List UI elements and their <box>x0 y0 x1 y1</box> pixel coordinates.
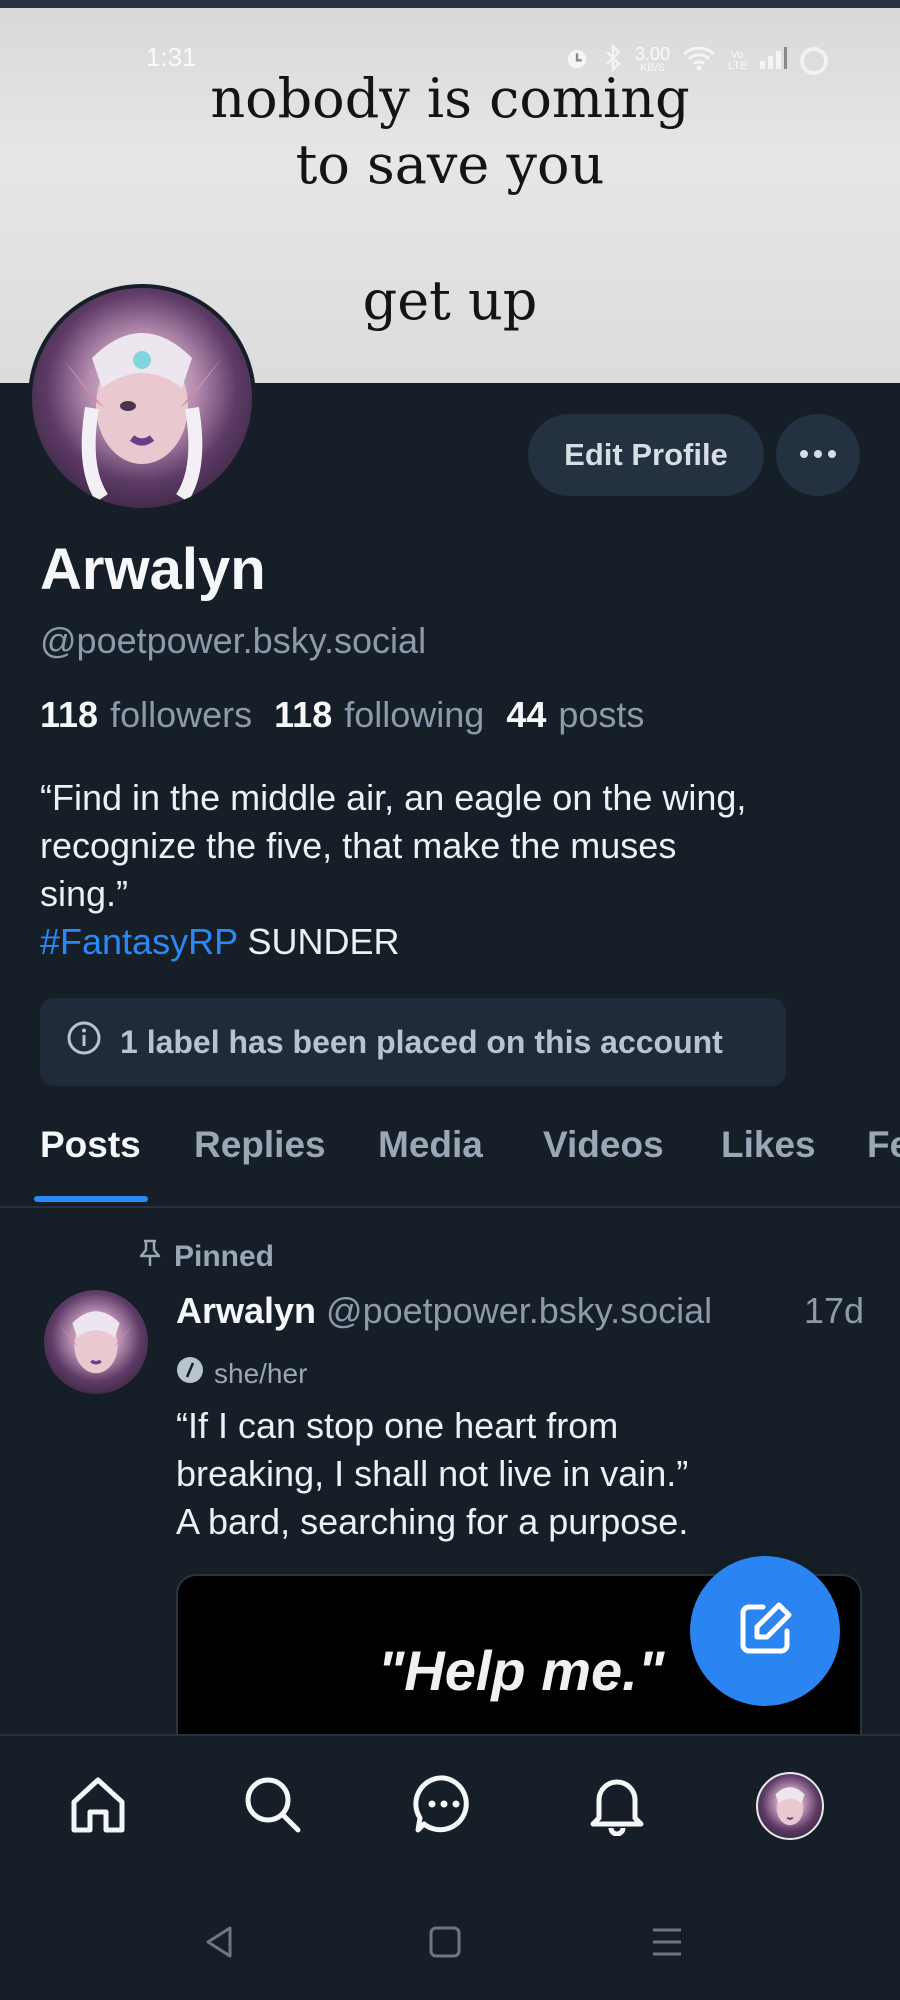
tab-likes[interactable]: Likes <box>721 1124 816 1166</box>
nav-home[interactable] <box>62 1770 134 1842</box>
pin-icon <box>136 1238 164 1276</box>
bio-line-1: “Find in the middle air, an eagle on the… <box>40 777 747 818</box>
pinned-label: Pinned <box>174 1240 275 1273</box>
status-time: 1:31 <box>146 42 197 72</box>
post-author-handle[interactable]: @poetpower.bsky.social <box>326 1290 712 1331</box>
tab-media[interactable]: Media <box>378 1124 483 1166</box>
bell-icon <box>585 1772 649 1841</box>
tab-videos[interactable]: Videos <box>543 1124 664 1166</box>
wifi-icon <box>682 45 716 77</box>
compose-button[interactable] <box>690 1556 840 1706</box>
bio-tail: SUNDER <box>247 921 400 962</box>
nav-profile[interactable] <box>754 1770 826 1842</box>
label-notice-text: 1 label has been placed on this account <box>120 1023 723 1060</box>
nav-search[interactable] <box>236 1770 308 1842</box>
bio-line-3: sing.” <box>40 873 129 914</box>
bottom-navigation <box>0 1734 900 1888</box>
system-navigation-bar <box>0 1888 900 2000</box>
nav-notifications[interactable] <box>581 1770 653 1842</box>
alarm-icon <box>563 44 591 78</box>
battery-ring-icon <box>800 47 828 75</box>
pinned-indicator: Pinned <box>136 1238 274 1276</box>
recents-icon[interactable] <box>428 1924 462 1965</box>
account-label-notice[interactable]: 1 label has been placed on this account <box>40 998 786 1086</box>
menu-icon[interactable] <box>650 1924 684 1965</box>
post-header[interactable]: Arwalyn @poetpower.bsky.social <box>176 1290 712 1332</box>
profile-avatar[interactable] <box>28 284 256 512</box>
banner-line-2: to save you <box>295 133 605 196</box>
avatar-image <box>32 288 252 508</box>
profile-bio: “Find in the middle air, an eagle on the… <box>40 774 870 966</box>
network-speed: 3.00 KB/S <box>634 44 670 74</box>
home-icon <box>66 1772 130 1841</box>
following-link[interactable]: 118 following <box>274 694 484 736</box>
profile-handle: @poetpower.bsky.social <box>40 620 427 661</box>
post-timestamp[interactable]: 17d <box>804 1290 864 1332</box>
chat-icon <box>412 1772 476 1841</box>
followers-link[interactable]: 118 followers <box>40 694 252 736</box>
tab-feeds[interactable]: Fe <box>867 1124 900 1166</box>
profile-stats: 118 followers 118 following 44 posts <box>40 694 644 736</box>
pronoun-icon <box>176 1356 204 1391</box>
hashtag-link[interactable]: #FantasyRP <box>40 921 237 962</box>
more-icon <box>798 446 838 464</box>
back-icon[interactable] <box>202 1924 236 1965</box>
more-options-button[interactable] <box>776 414 860 496</box>
posts-count: 44 posts <box>506 694 645 735</box>
status-icons: 3.00 KB/S Vo LTE <box>563 43 828 78</box>
status-bar: 1:31 3.00 KB/S Vo LTE <box>0 30 900 86</box>
nav-profile-avatar <box>756 1772 824 1840</box>
active-tab-indicator <box>34 1196 148 1202</box>
volte-label: Vo LTE <box>728 49 748 72</box>
pronoun-badge: she/her <box>176 1356 307 1391</box>
compose-icon <box>733 1597 797 1666</box>
post-text[interactable]: “If I can stop one heart from breaking, … <box>176 1402 876 1546</box>
edit-profile-button[interactable]: Edit Profile <box>528 414 764 496</box>
tab-replies[interactable]: Replies <box>194 1124 326 1166</box>
profile-tabs: Posts Replies Media Videos Likes Fe <box>0 1110 900 1208</box>
bluetooth-icon <box>603 43 623 78</box>
info-icon <box>66 1020 102 1064</box>
nav-chat[interactable] <box>408 1770 480 1842</box>
search-icon <box>240 1772 304 1841</box>
signal-icon <box>758 47 788 75</box>
bio-line-2: recognize the five, that make the muses <box>40 825 677 866</box>
post-author-name[interactable]: Arwalyn <box>176 1290 316 1331</box>
pronoun-text: she/her <box>214 1357 308 1389</box>
profile-name: Arwalyn <box>40 537 266 602</box>
post-author-avatar[interactable] <box>44 1290 148 1394</box>
tab-posts[interactable]: Posts <box>40 1124 141 1166</box>
